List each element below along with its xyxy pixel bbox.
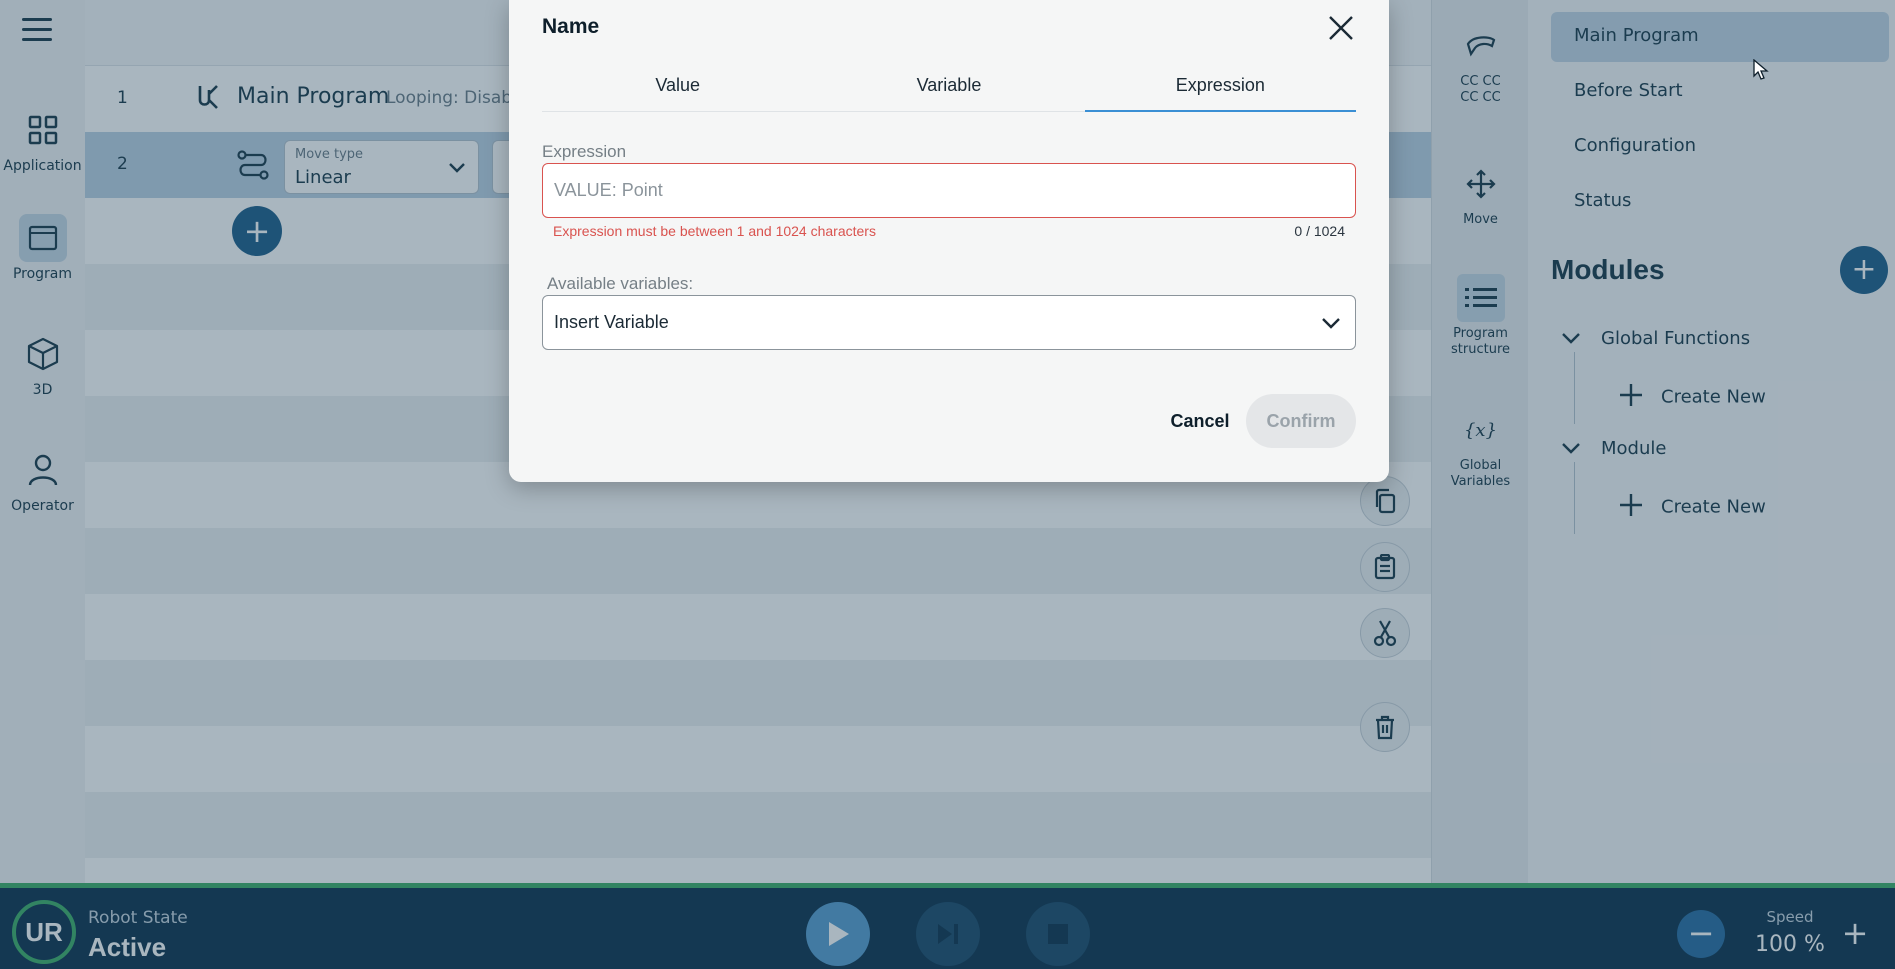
character-counter: 0 / 1024 xyxy=(1294,223,1345,239)
cancel-button[interactable]: Cancel xyxy=(1145,396,1255,446)
close-icon[interactable] xyxy=(1327,14,1355,42)
expression-input[interactable] xyxy=(542,163,1356,218)
insert-variable-select[interactable]: Insert Variable xyxy=(542,295,1356,350)
mouse-cursor-icon xyxy=(1753,58,1769,85)
tab-expression[interactable]: Expression xyxy=(1084,62,1357,112)
tab-value[interactable]: Value xyxy=(542,62,813,111)
expression-label: Expression xyxy=(542,142,627,161)
tab-variable[interactable]: Variable xyxy=(813,62,1084,111)
dialog-tabs: Value Variable Expression xyxy=(542,62,1357,112)
expression-dialog: Name Value Variable Expression Expressio… xyxy=(509,0,1389,482)
chevron-down-icon xyxy=(1321,314,1341,335)
insert-variable-value: Insert Variable xyxy=(554,312,669,332)
available-variables-label: Available variables: xyxy=(547,274,694,293)
expression-error-text: Expression must be between 1 and 1024 ch… xyxy=(553,223,876,239)
dialog-title: Name xyxy=(542,15,600,38)
confirm-button[interactable]: Confirm xyxy=(1246,394,1356,448)
